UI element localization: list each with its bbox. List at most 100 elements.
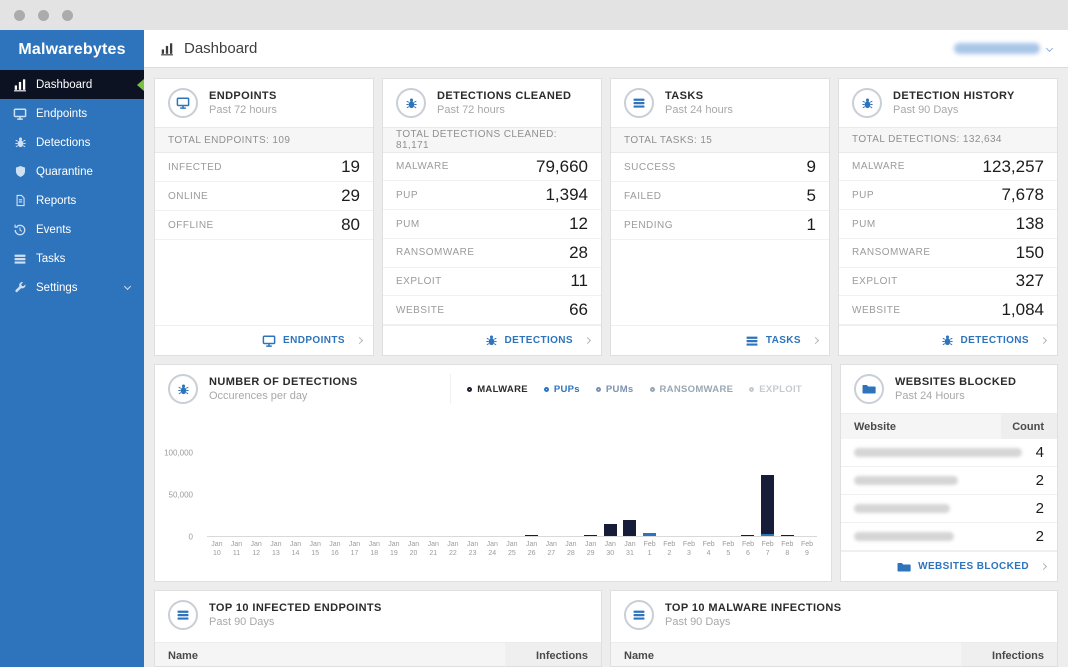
stat-row: RANSOMWARE 28	[383, 239, 601, 268]
x-tick-label: Feb7	[758, 540, 778, 559]
website-name-blurred	[854, 476, 958, 485]
x-tick-label: Feb5	[718, 540, 738, 559]
tasks-card: TASKS Past 24 hours TOTAL TASKS: 15 SUCC…	[610, 78, 830, 356]
user-menu[interactable]	[954, 43, 1052, 54]
sidebar-item-tasks[interactable]: Tasks	[0, 244, 144, 273]
stat-label: EXPLOIT	[396, 276, 442, 287]
stat-label: MALWARE	[396, 161, 449, 172]
stat-value: 1,394	[545, 185, 588, 205]
chart-x-axis: Jan10Jan11Jan12Jan13Jan14Jan15Jan16Jan17…	[207, 540, 817, 559]
chevron-right-icon	[584, 337, 591, 344]
bar-slot	[522, 419, 542, 536]
stat-value: 5	[807, 186, 816, 206]
websites-blocked-link[interactable]: WEBSITES BLOCKED	[841, 551, 1057, 581]
card-title: ENDPOINTS	[209, 90, 277, 102]
tasks-icon	[745, 334, 759, 348]
stat-row: WEBSITE 66	[383, 296, 601, 325]
websites-table-header: Website Count	[841, 413, 1057, 439]
dashboard-content: ENDPOINTS Past 72 hours TOTAL ENDPOINTS:…	[144, 68, 1068, 667]
monitor-icon	[168, 88, 198, 118]
bar-slot	[620, 419, 640, 536]
legend-label: RANSOMWARE	[660, 384, 734, 395]
sidebar-item-events[interactable]: Events	[0, 215, 144, 244]
stat-label: RANSOMWARE	[396, 247, 475, 258]
x-tick-label: Jan22	[443, 540, 463, 559]
x-tick-label: Jan13	[266, 540, 286, 559]
stat-row: PENDING 1	[611, 211, 829, 240]
sidebar-item-dashboard[interactable]: Dashboard	[0, 70, 144, 99]
legend-item-pums[interactable]: PUMs	[596, 384, 634, 395]
tasks-icon	[624, 88, 654, 118]
x-tick-label: Feb9	[797, 540, 817, 559]
stat-label: PUP	[396, 190, 418, 201]
stat-value: 28	[569, 243, 588, 263]
stat-row: ONLINE 29	[155, 182, 373, 211]
stat-value: 1	[807, 215, 816, 235]
detections-link[interactable]: DETECTIONS	[383, 325, 601, 355]
detections-link[interactable]: DETECTIONS	[839, 325, 1057, 355]
sidebar-item-reports[interactable]: Reports	[0, 186, 144, 215]
legend-item-exploit[interactable]: EXPLOIT	[749, 384, 802, 395]
endpoints-link[interactable]: ENDPOINTS	[155, 325, 373, 355]
sidebar-item-label: Tasks	[36, 253, 65, 265]
stat-label: SUCCESS	[624, 162, 676, 173]
card-total: TOTAL ENDPOINTS: 109	[155, 127, 373, 153]
website-count: 4	[1036, 444, 1044, 461]
bar-slot	[443, 419, 463, 536]
top-infected-endpoints-card: TOP 10 INFECTED ENDPOINTS Past 90 Days N…	[154, 590, 602, 667]
stat-value: 7,678	[1001, 185, 1044, 205]
stat-row: PUM 138	[839, 210, 1057, 239]
window-zoom-button[interactable]	[62, 10, 73, 21]
bar-segment	[761, 475, 774, 534]
bar-segment	[643, 533, 656, 536]
x-tick-label: Jan23	[463, 540, 483, 559]
legend-item-malware[interactable]: MALWARE	[467, 384, 528, 395]
x-tick-label: Jan25	[502, 540, 522, 559]
table-row[interactable]: 2	[841, 523, 1057, 551]
table-row[interactable]: 4	[841, 439, 1057, 467]
stat-value: 29	[341, 186, 360, 206]
x-tick-label: Jan24	[482, 540, 502, 559]
x-tick-label: Feb6	[738, 540, 758, 559]
bar-slot	[227, 419, 247, 536]
legend-item-ransomware[interactable]: RANSOMWARE	[650, 384, 734, 395]
bar-chart-icon	[13, 78, 27, 92]
stat-label: PENDING	[624, 220, 673, 231]
bar-segment	[623, 520, 636, 536]
sidebar-item-quarantine[interactable]: Quarantine	[0, 157, 144, 186]
x-tick-label: Jan16	[325, 540, 345, 559]
stat-value: 9	[807, 157, 816, 177]
tasks-link[interactable]: TASKS	[611, 325, 829, 355]
chart-legend: MALWARE PUPs PUMs	[450, 374, 818, 404]
sidebar-item-endpoints[interactable]: Endpoints	[0, 99, 144, 128]
wrench-icon	[13, 281, 27, 295]
sidebar-item-detections[interactable]: Detections	[0, 128, 144, 157]
table-row[interactable]: 2	[841, 467, 1057, 495]
footer-link-label: WEBSITES BLOCKED	[918, 561, 1029, 572]
footer-link-label: DETECTIONS	[505, 335, 573, 346]
column-header-name: Name	[611, 650, 961, 662]
card-subtitle: Past 90 Days	[209, 616, 382, 628]
sidebar-item-settings[interactable]: Settings	[0, 273, 144, 302]
stat-value: 12	[569, 214, 588, 234]
legend-label: EXPLOIT	[759, 384, 802, 395]
bug-icon	[941, 334, 954, 347]
window-close-button[interactable]	[14, 10, 25, 21]
stat-value: 80	[341, 215, 360, 235]
x-tick-label: Jan14	[286, 540, 306, 559]
chevron-right-icon	[1040, 337, 1047, 344]
legend-label: MALWARE	[477, 384, 528, 395]
bar-slot	[699, 419, 719, 536]
window-minimize-button[interactable]	[38, 10, 49, 21]
card-total: TOTAL TASKS: 15	[611, 127, 829, 153]
column-header-website: Website	[841, 421, 1001, 433]
page-header: Dashboard	[144, 30, 1068, 68]
legend-item-pups[interactable]: PUPs	[544, 384, 580, 395]
sidebar-item-label: Dashboard	[36, 79, 92, 91]
x-tick-label: Jan18	[364, 540, 384, 559]
chart-y-axis: 050,000100,000	[155, 419, 199, 537]
stat-label: WEBSITE	[852, 305, 901, 316]
table-row[interactable]: 2	[841, 495, 1057, 523]
card-subtitle: Past 72 hours	[209, 104, 277, 116]
x-tick-label: Jan10	[207, 540, 227, 559]
